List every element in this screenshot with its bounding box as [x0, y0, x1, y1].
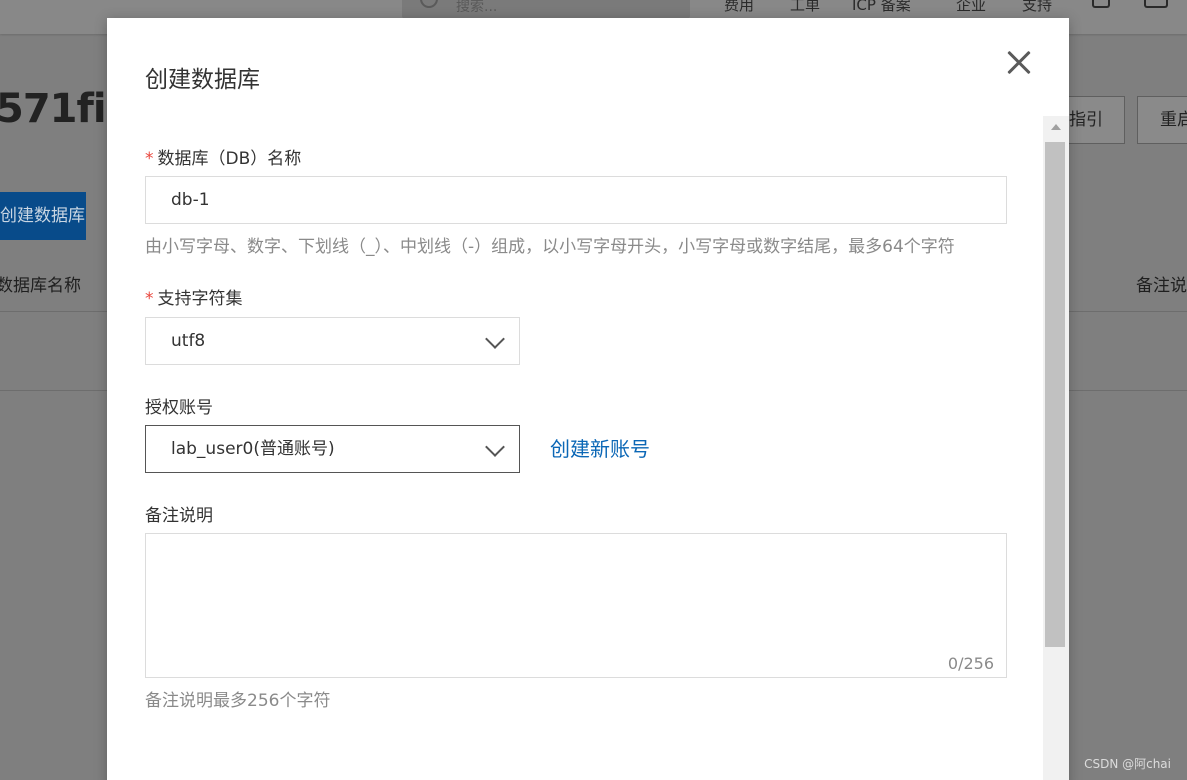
search-placeholder: 搜索...: [456, 0, 498, 15]
message-icon[interactable]: [1144, 0, 1168, 8]
nav-billing[interactable]: 费用: [724, 0, 754, 15]
remark-hint: 备注说明最多256个字符: [145, 691, 331, 711]
charset-select[interactable]: utf8: [145, 317, 520, 365]
watermark: CSDN @阿chai: [1084, 757, 1171, 771]
required-mark: *: [145, 289, 154, 309]
dialog-title: 创建数据库: [145, 67, 260, 93]
create-account-link[interactable]: 创建新账号: [550, 433, 650, 462]
charset-value: utf8: [171, 331, 206, 351]
chevron-down-icon: [485, 437, 505, 457]
restart-button[interactable]: 重启: [1137, 96, 1187, 144]
global-search[interactable]: [402, 0, 690, 18]
account-select[interactable]: lab_user0(普通账号): [145, 425, 520, 473]
char-counter: 0/256: [947, 654, 994, 673]
db-name-label: * 数据库（DB）名称: [145, 149, 302, 169]
notification-icon[interactable]: [1092, 0, 1110, 8]
column-header-db-name: 数据库名称: [0, 276, 81, 296]
db-name-value: db-1: [171, 190, 210, 210]
account-value: lab_user0(普通账号): [171, 439, 335, 459]
nav-tickets[interactable]: 工单: [790, 0, 820, 15]
remark-textarea[interactable]: 0/256: [145, 533, 1007, 678]
create-database-button[interactable]: 创建数据库: [0, 192, 86, 240]
nav-icp[interactable]: ICP 备案: [852, 0, 911, 15]
scroll-up-arrow-icon[interactable]: [1051, 124, 1061, 130]
scroll-thumb[interactable]: [1045, 142, 1065, 647]
column-header-remark: 备注说明: [1136, 276, 1187, 296]
close-icon[interactable]: [1003, 46, 1035, 78]
db-name-input[interactable]: db-1: [145, 176, 1007, 224]
nav-enterprise[interactable]: 企业: [956, 0, 986, 15]
required-mark: *: [145, 149, 154, 169]
create-database-dialog: 创建数据库 * 数据库（DB）名称 db-1 由小写字母、数字、下划线（_）、中划…: [107, 18, 1069, 780]
remark-label: 备注说明: [145, 506, 213, 526]
db-name-hint: 由小写字母、数字、下划线（_）、中划线（-）组成，以小写字母开头，小写字母或数字…: [145, 237, 955, 257]
charset-label: * 支持字符集: [145, 289, 243, 309]
account-label: 授权账号: [145, 398, 213, 418]
chevron-down-icon: [485, 329, 505, 349]
dialog-scrollbar[interactable]: [1043, 116, 1069, 780]
nav-support[interactable]: 支持: [1022, 0, 1052, 15]
